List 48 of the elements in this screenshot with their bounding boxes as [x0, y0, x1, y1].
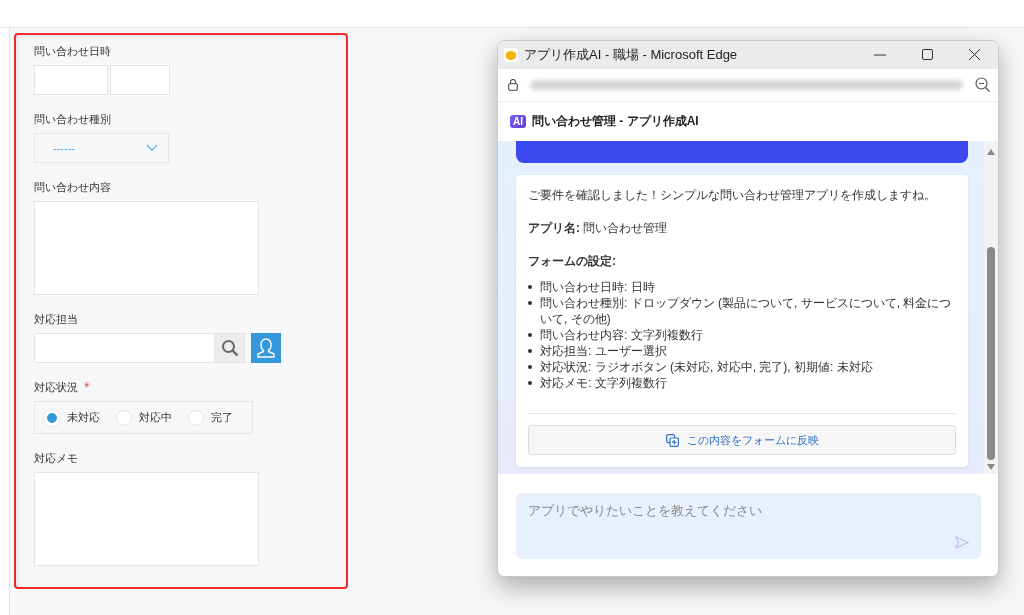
- time-input[interactable]: [110, 65, 170, 95]
- list-item: 問い合わせ日時: 日時: [540, 279, 655, 296]
- close-icon[interactable]: [969, 49, 980, 61]
- search-icon: [220, 339, 239, 357]
- page-title: 問い合わせ管理 - アプリ作成AI: [532, 112, 699, 130]
- bullet-icon: [528, 349, 532, 354]
- ai-badge: AI: [510, 114, 526, 128]
- person-icon: [256, 337, 276, 359]
- radio-option[interactable]: 対応中: [116, 409, 172, 426]
- app-name-text: アプリ名: 問い合わせ管理: [528, 221, 669, 236]
- field-label: 問い合わせ内容: [34, 179, 111, 195]
- app-icon: [504, 47, 518, 62]
- list-item: 対応担当: ユーザー選択: [540, 343, 667, 360]
- bullet-icon: [528, 301, 532, 306]
- bullet-icon: [528, 381, 532, 386]
- maximize-icon[interactable]: [922, 49, 933, 61]
- chevron-down-icon: [146, 144, 158, 152]
- lock-icon: [508, 78, 518, 91]
- search-button[interactable]: [215, 333, 245, 363]
- message-text: ご要件を確認しました！シンプルな問い合わせ管理アプリを作成しますね。: [528, 188, 937, 203]
- scroll-up-icon[interactable]: [987, 149, 995, 156]
- scrollbar[interactable]: [984, 141, 998, 474]
- window-title: アプリ作成AI - 職場 - Microsoft Edge: [524, 45, 738, 64]
- radio-option[interactable]: 未対応: [44, 409, 100, 426]
- field-label: 問い合わせ日時: [34, 43, 111, 59]
- field-label: 対応メモ: [34, 450, 78, 466]
- list-item: 対応状況: ラジオボタン (未対応, 対応中, 完了), 初期値: 未対応: [540, 359, 873, 376]
- list-item: 対応メモ: 文字列複数行: [540, 375, 667, 392]
- field-label: 問い合わせ種別: [34, 111, 111, 127]
- minimize-icon[interactable]: [874, 53, 886, 56]
- list-item: 問い合わせ内容: 文字列複数行: [540, 327, 703, 344]
- date-input[interactable]: [34, 65, 108, 95]
- scroll-down-icon[interactable]: [987, 464, 995, 470]
- zoom-out-icon[interactable]: [975, 77, 990, 93]
- required-mark: *: [84, 379, 90, 395]
- field-label: 対応担当: [34, 311, 78, 327]
- prompt-input[interactable]: アプリでやりたいことを教えてください: [516, 493, 981, 559]
- copy-plus-icon: [665, 433, 679, 447]
- settings-heading: フォームの設定:: [528, 254, 617, 269]
- list-item: 問い合わせ種別: ドロップダウン (製品について, サービスについて, 料金について, その他): [540, 295, 953, 328]
- bullet-icon: [528, 365, 532, 370]
- apply-button[interactable]: この内容をフォームに反映: [528, 425, 956, 456]
- radio-option[interactable]: 完了: [188, 409, 233, 426]
- user-input[interactable]: [34, 333, 215, 363]
- bullet-icon: [528, 285, 532, 290]
- user-select-button[interactable]: [251, 333, 281, 363]
- bullet-icon: [528, 333, 532, 338]
- field-label: 対応状況: [34, 379, 78, 395]
